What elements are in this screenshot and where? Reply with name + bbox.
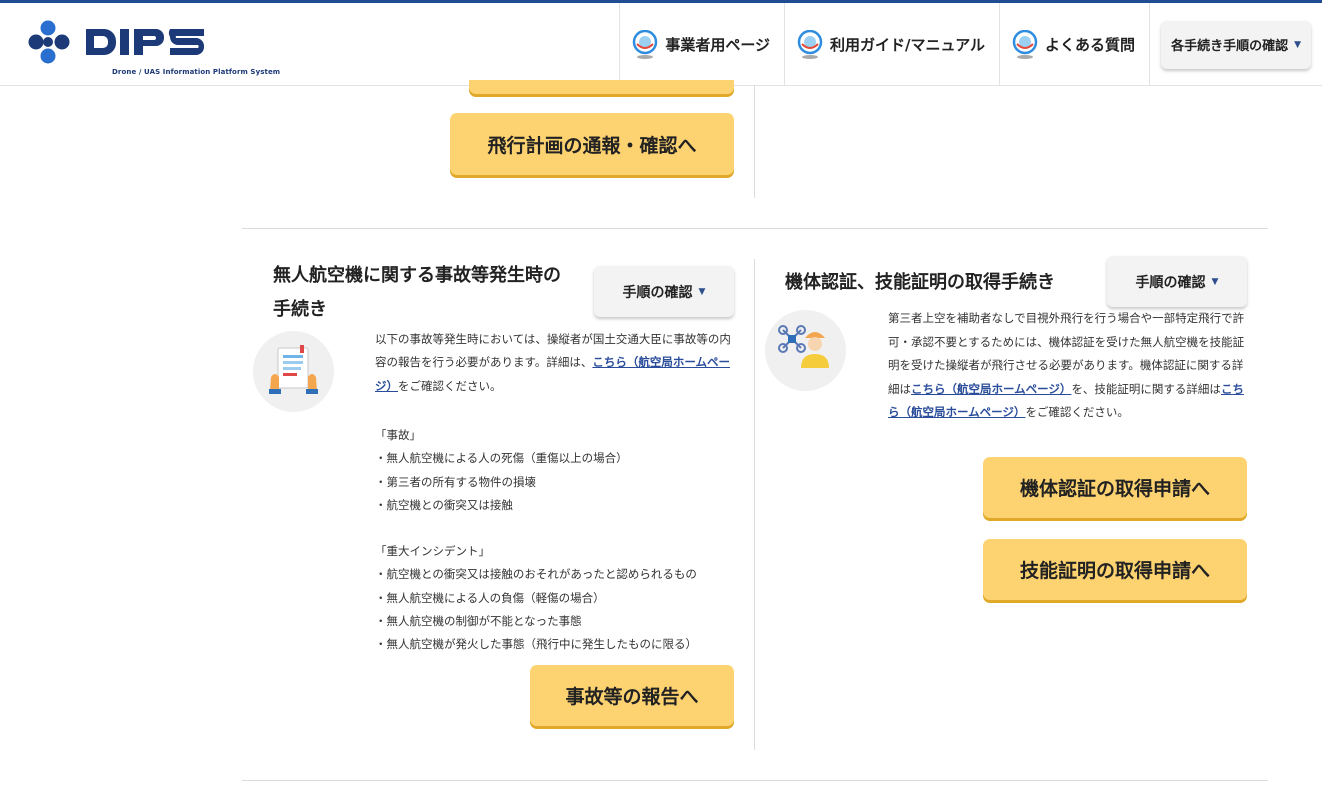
main-nav: 事業者用ページ 利用ガイド/マニュアル よくある質問 各手続き手順の確認 ▼ <box>619 3 1322 86</box>
certification-steps-button[interactable]: 手順の確認 ▼ <box>1107 256 1247 307</box>
list-item: ・無人航空機による人の負傷（軽傷の場合） <box>375 590 605 605</box>
flight-plan-button-label: 飛行計画の通報・確認へ <box>487 134 697 157</box>
accident-report-label: 事故等の報告へ <box>565 686 699 708</box>
certification-intro-text: 第三者上空を補助者なしで目視外飛行を行う場合や一部特定飛行で許可・承認不要とする… <box>888 307 1254 425</box>
caret-down-icon: ▼ <box>1211 276 1219 287</box>
dips-logo[interactable]: Drone / UAS Information Platform System <box>26 19 280 76</box>
accident-steps-button[interactable]: 手順の確認 ▼ <box>594 266 734 317</box>
drone-logo-icon <box>633 29 658 59</box>
list-item: ・航空機との衝突又は接触 <box>375 497 513 512</box>
accident-title-line1: 無人航空機に関する事故等発生時の <box>273 265 561 286</box>
nav-faq-label: よくある質問 <box>1045 36 1136 54</box>
nav-procedures-wrap: 各手続き手順の確認 ▼ <box>1149 3 1322 86</box>
certification-text-part3: をご確認ください。 <box>1025 405 1129 419</box>
flight-plan-button[interactable]: 飛行計画の通報・確認へ <box>450 113 734 175</box>
airframe-certification-label: 機体認証の取得申請へ <box>1019 478 1210 500</box>
top-column-divider <box>754 86 755 198</box>
previous-section-button-bottom[interactable] <box>469 80 734 94</box>
report-document-icon <box>253 331 334 412</box>
drone-pilot-icon <box>765 310 846 391</box>
accident-title-line2: 手続き <box>273 299 327 320</box>
accident-section-title: 無人航空機に関する事故等発生時の 手続き <box>273 259 603 327</box>
certification-steps-label: 手順の確認 <box>1135 274 1206 291</box>
drone-logo-icon <box>797 29 823 59</box>
procedures-dropdown-label: 各手続き手順の確認 <box>1171 39 1289 54</box>
accident-heading: 「事故」 <box>375 428 421 442</box>
license-certification-label: 技能証明の取得申請へ <box>1019 560 1210 582</box>
list-item: ・無人航空機による人の死傷（重傷以上の場合） <box>375 451 628 466</box>
drone-logo-icon <box>1012 29 1038 59</box>
site-header: Drone / UAS Information Platform System … <box>0 3 1322 86</box>
incident-list: 「重大インシデント」 ・航空機との衝突又は接触のおそれがあったと認められるもの … <box>375 540 697 656</box>
license-certification-button[interactable]: 技能証明の取得申請へ <box>983 539 1247 600</box>
procedures-dropdown-button[interactable]: 各手続き手順の確認 ▼ <box>1161 20 1311 69</box>
accident-steps-label: 手順の確認 <box>622 284 693 301</box>
dips-logo-mark-icon <box>28 20 218 64</box>
airframe-certification-button[interactable]: 機体認証の取得申請へ <box>983 457 1247 518</box>
certification-text-part2: を、技能証明に関する詳細は <box>1071 381 1221 396</box>
list-item: ・無人航空機が発火した事態（飛行中に発生したものに限る） <box>375 637 697 652</box>
nav-faq[interactable]: よくある質問 <box>999 3 1149 86</box>
accident-list: 「事故」 ・無人航空機による人の死傷（重傷以上の場合） ・第三者の所有する物件の… <box>375 424 628 517</box>
certification-section-title: 機体認証、技能証明の取得手続き <box>785 272 1055 293</box>
list-item: ・無人航空機の制御が不能となった事態 <box>375 613 582 628</box>
logo-subtitle: Drone / UAS Information Platform System <box>112 68 281 76</box>
nav-business-page[interactable]: 事業者用ページ <box>619 3 784 86</box>
caret-down-icon: ▼ <box>1294 39 1301 50</box>
caret-down-icon: ▼ <box>698 286 706 297</box>
nav-user-guide-label: 利用ガイド/マニュアル <box>830 36 986 54</box>
accident-intro-part2: をご確認ください。 <box>398 378 502 393</box>
incident-heading: 「重大インシデント」 <box>375 544 490 558</box>
nav-user-guide[interactable]: 利用ガイド/マニュアル <box>784 3 999 86</box>
accident-intro-text: 以下の事故等発生時においては、操縦者が国土交通大臣に事故等の内容の報告を行う必要… <box>375 328 741 398</box>
airframe-details-link[interactable]: こちら（航空局ホームページ） <box>911 382 1071 396</box>
accident-report-button[interactable]: 事故等の報告へ <box>530 665 734 726</box>
nav-business-label: 事業者用ページ <box>665 36 771 54</box>
list-item: ・第三者の所有する物件の損壊 <box>375 474 536 489</box>
column-divider <box>754 259 755 750</box>
list-item: ・航空機との衝突又は接触のおそれがあったと認められるもの <box>375 567 697 582</box>
section-divider-bottom <box>242 780 1268 781</box>
section-divider-top <box>242 228 1268 229</box>
